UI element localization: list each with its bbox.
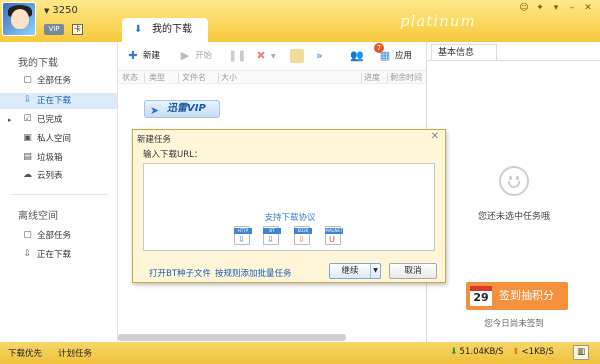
start-button[interactable]: ▶ 开始 [178, 47, 212, 65]
http-protocol-icon: HTTP ⇩ [234, 226, 252, 245]
pause-icon: ❚❚ [228, 48, 247, 62]
brand-logo: platinum [400, 12, 476, 30]
download-priority-button[interactable]: 下载优先 [8, 347, 42, 359]
download-tray-icon: ⬇ [134, 24, 143, 35]
upload-speed: ⬆ <1KB/S [512, 347, 554, 357]
tab-basic-info[interactable]: 基本信息 [431, 44, 497, 60]
new-task-dialog: 新建任务 ✕ 输入下载URL： 支持下载协议 HTTP ⇩ BT ⇩ ED2K ⇩ M… [132, 129, 446, 283]
empty-selection-text: 您还未选中任务哦 [477, 212, 550, 222]
url-input[interactable]: 支持下载协议 HTTP ⇩ BT ⇩ ED2K ⇩ MAGNET U [143, 163, 435, 251]
plus-icon: ✚ [128, 48, 138, 62]
close-icon[interactable]: ✕ [582, 3, 594, 13]
open-folder-button[interactable] [290, 47, 307, 65]
status-bar: 下载优先 计划任务 ⬇ 51.04KB/S ⬆ <1KB/S ▥ [0, 342, 600, 364]
col-filename[interactable]: 文件名 [182, 72, 206, 83]
ed2k-protocol-icon: ED2K ⇩ [294, 226, 312, 245]
sidebar-divider [10, 194, 108, 195]
sidebar-item-completed[interactable]: ▸ ☑ 已完成 [0, 112, 117, 128]
new-task-button[interactable]: ✚ 新建 [126, 47, 160, 65]
info-panel: 基本信息 您还未选中任务哦 29 签到抽积分 您今日尚未签到 [426, 42, 600, 342]
continue-button[interactable]: 继续 ▼ [329, 263, 381, 279]
avatar[interactable] [2, 2, 36, 36]
menu-icon[interactable]: ▾ [550, 3, 562, 13]
skin-icon[interactable]: ☺ [518, 3, 530, 13]
scheduled-task-button[interactable]: 计划任务 [58, 347, 92, 359]
sidebar-item-downloading[interactable]: ⇩ 正在下载 [0, 93, 117, 109]
lock-icon: ▣ [23, 133, 32, 143]
download-speed: ⬇ 51.04KB/S [450, 347, 504, 357]
xunlei-vip-button[interactable]: ➤ 迅雷VIP [144, 100, 220, 118]
app-button[interactable]: ▦ 7 应用 [374, 42, 412, 65]
app-grid-icon: ▦ 7 [374, 42, 392, 63]
url-label: 输入下载URL： [143, 150, 203, 160]
signin-status-text: 您今日尚未签到 [484, 319, 544, 329]
tab-my-downloads[interactable]: ⬇ 我的下载 [122, 18, 208, 42]
up-arrow-icon: ⬆ [512, 347, 520, 357]
sidebar: 我的下载 ▢ 全部任务 ⇩ 正在下载 ▸ ☑ 已完成 ▣ 私人空间 ▤ 垃圾箱 ☁ 云列表 … [0, 42, 118, 342]
open-bt-file-link[interactable]: 打开BT种子文件 [149, 267, 211, 279]
chevron-down-icon: ▼ [271, 53, 276, 60]
calendar-icon: 29 [470, 286, 492, 306]
download-arrow-icon: ⇩ [23, 95, 32, 105]
col-status[interactable]: 状态 [122, 72, 138, 83]
card-icon[interactable]: 卡 [72, 24, 83, 35]
sidebar-item-cloud-list[interactable]: ☁ 云列表 [0, 168, 117, 184]
offline-item-all-tasks[interactable]: ▢ 全部任务 [0, 228, 117, 244]
expand-arrow-icon[interactable]: ▸ [8, 112, 12, 128]
username[interactable]: ▼ 3250 [44, 5, 78, 16]
app-badge: 7 [374, 42, 384, 53]
users-button[interactable]: 👥 [350, 47, 367, 65]
col-type[interactable]: 类型 [149, 72, 165, 83]
cloud-icon: ☁ [23, 170, 32, 180]
horizontal-scrollbar[interactable] [118, 334, 346, 341]
top-bar: ▼ 3250 VIP 卡 platinum ☺ ✦ ▾ – ✕ [0, 0, 600, 42]
check-icon: ☑ [23, 114, 32, 124]
play-icon: ▶ [180, 48, 190, 62]
down-arrow-icon: ⬇ [450, 347, 458, 357]
chevron-down-icon[interactable]: ▼ [370, 264, 380, 278]
sidebar-item-trash[interactable]: ▤ 垃圾箱 [0, 150, 117, 166]
sidebar-item-private-space[interactable]: ▣ 私人空间 [0, 131, 117, 147]
sidebar-item-all-tasks[interactable]: ▢ 全部任务 [0, 73, 117, 89]
protocol-hint: 支持下载协议 [264, 213, 316, 223]
offline-item-downloading[interactable]: ⇩ 正在下载 [0, 247, 117, 263]
bt-protocol-icon: BT ⇩ [263, 226, 281, 245]
close-icon[interactable]: ✕ [431, 131, 439, 142]
pause-button[interactable]: ❚❚ [228, 47, 247, 65]
users-icon: 👥 [350, 48, 364, 62]
magnet-protocol-icon: MAGNET U [325, 226, 343, 245]
bird-logo-icon: ➤ [150, 104, 160, 117]
toolbar: ✚ 新建 ▶ 开始 ❚❚ ✖ ▼ » 👥 ▦ 7 应用 [118, 42, 426, 70]
doc-icon: ▢ [23, 230, 32, 240]
column-header: 状态 类型 文件名 大小 进度 剩余时间 [118, 70, 426, 84]
doc-icon: ▢ [23, 75, 32, 85]
more-button[interactable]: » [316, 47, 323, 65]
section-title-my-downloads: 我的下载 [18, 58, 58, 69]
col-size[interactable]: 大小 [221, 72, 237, 83]
tshirt-icon[interactable]: ✦ [534, 3, 546, 13]
folder-icon [290, 48, 304, 63]
tab-underline [427, 60, 600, 61]
trash-icon: ▤ [23, 152, 32, 162]
batch-task-link[interactable]: 按规则添加批量任务 [215, 267, 292, 279]
section-title-offline: 离线空间 [18, 211, 58, 222]
col-progress[interactable]: 进度 [364, 72, 380, 83]
dropdown-triangle-icon: ▼ [44, 7, 50, 15]
download-arrow-icon: ⇩ [23, 249, 32, 259]
vip-badge[interactable]: VIP [44, 24, 64, 35]
minimize-icon[interactable]: – [566, 3, 578, 13]
speed-chart-icon[interactable]: ▥ [573, 345, 589, 360]
delete-x-icon: ✖ [256, 48, 266, 62]
dialog-title: 新建任务 [137, 135, 172, 145]
col-remaining[interactable]: 剩余时间 [390, 72, 422, 83]
smiley-icon [499, 166, 529, 196]
cancel-button[interactable]: 取消 [389, 263, 437, 279]
signin-button[interactable]: 29 签到抽积分 [466, 282, 568, 310]
delete-button[interactable]: ✖ ▼ [254, 47, 276, 65]
